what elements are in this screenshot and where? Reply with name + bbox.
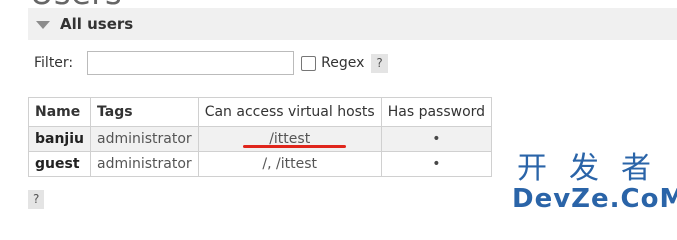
table-row[interactable]: banjiu administrator /ittest • [28,126,493,152]
watermark-logo: 开发者 DevZe.CoM [509,153,677,219]
watermark-cn-text: 开发者 [517,151,673,186]
user-name-link[interactable]: banjiu [28,126,91,152]
users-table: Name Tags Can access virtual hosts Has p… [28,97,493,177]
regex-label[interactable]: Regex [321,55,364,71]
table-row[interactable]: guest administrator /, /ittest • [28,151,493,177]
section-title: All users [60,15,134,33]
column-header-vhosts[interactable]: Can access virtual hosts [197,97,382,127]
column-header-name[interactable]: Name [28,97,91,127]
filter-label: Filter: [34,55,74,71]
user-tags: administrator [90,126,199,152]
table-help-button[interactable]: ? [28,190,45,209]
watermark-en-text: DevZe.CoM [512,184,677,214]
regex-checkbox[interactable] [301,55,317,71]
column-header-tags[interactable]: Tags [90,97,199,127]
user-tags: administrator [90,151,199,177]
column-header-has-password[interactable]: Has password [380,97,493,127]
user-vhosts-cell: /ittest [197,126,382,152]
table-header-row: Name Tags Can access virtual hosts Has p… [28,97,493,127]
filter-row: Filter: Regex ? [34,49,388,77]
has-password-indicator: • [380,126,493,152]
regex-help-button[interactable]: ? [371,53,388,73]
collapse-triangle-icon[interactable] [36,21,50,29]
user-name-link[interactable]: guest [28,151,91,177]
user-vhosts: /, /ittest [197,151,382,177]
red-highlight-underline [242,145,346,148]
filter-input[interactable] [87,51,295,75]
has-password-indicator: • [380,151,493,177]
all-users-section-header[interactable]: All users [28,8,677,40]
